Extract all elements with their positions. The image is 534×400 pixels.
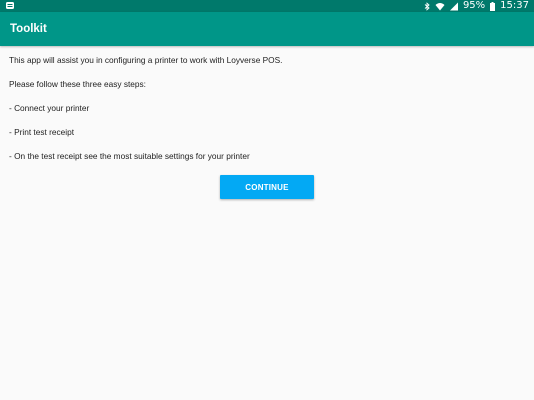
status-time: 15:37 [500, 0, 529, 11]
continue-button[interactable]: CONTINUE [220, 175, 314, 199]
battery-percentage: 95% [462, 0, 486, 11]
app-bar: Toolkit [0, 12, 534, 46]
wifi-icon [435, 2, 445, 11]
signal-icon [449, 2, 458, 11]
app-notification-icon [5, 1, 15, 11]
status-indicators: 95% 15:37 [424, 0, 529, 12]
follow-steps-text: Please follow these three easy steps: [9, 79, 146, 89]
step-print-test-receipt: - Print test receipt [9, 127, 75, 137]
bluetooth-icon [424, 1, 430, 11]
step-connect-printer: - Connect your printer [9, 103, 90, 113]
battery-icon [490, 1, 496, 11]
step-see-settings: - On the test receipt see the most suita… [9, 151, 250, 161]
app-title: Toolkit [10, 23, 47, 35]
intro-text: This app will assist you in configuring … [9, 55, 283, 65]
status-bar: 95% 15:37 [0, 0, 534, 12]
